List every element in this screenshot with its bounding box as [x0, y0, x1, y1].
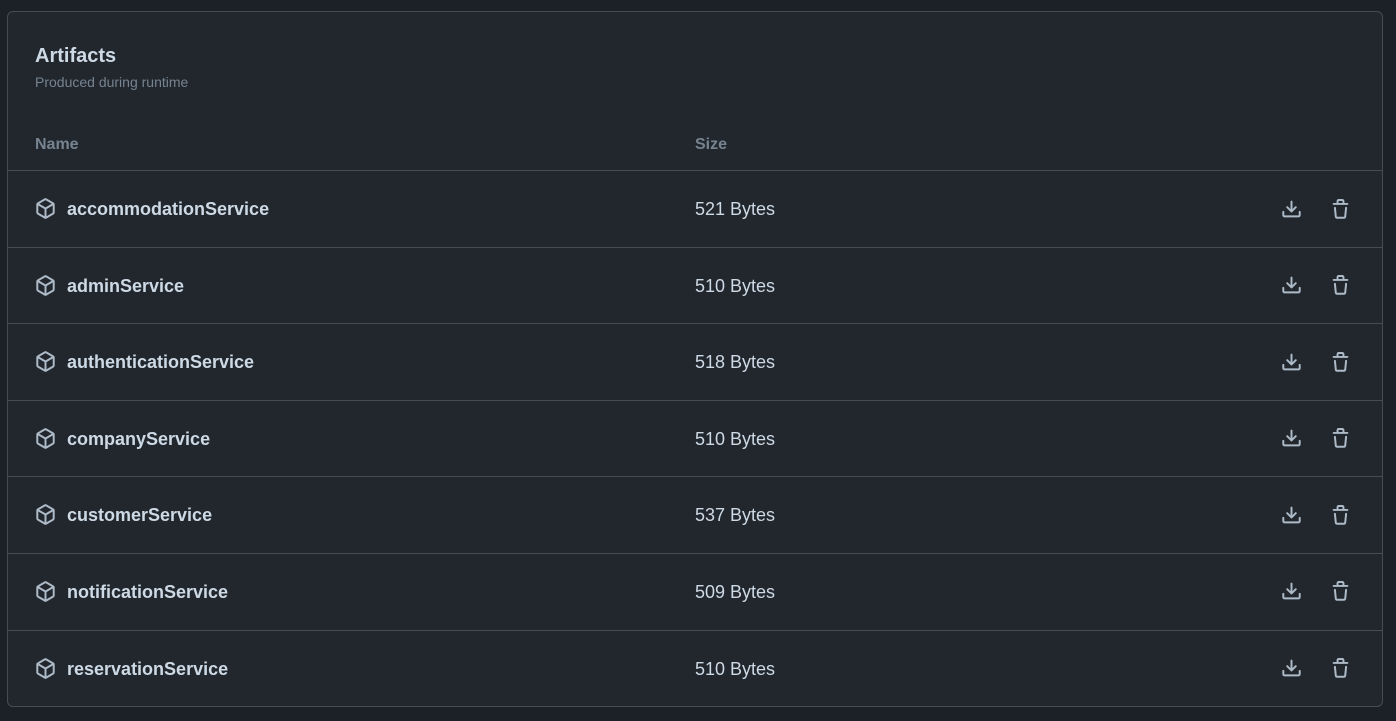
package-icon: [35, 581, 56, 602]
download-artifact-button[interactable]: [1277, 578, 1305, 606]
artifact-row: accommodationService 521 Bytes: [8, 171, 1382, 248]
package-icon: [35, 351, 56, 372]
delete-artifact-button[interactable]: [1326, 348, 1354, 376]
artifact-row: companyService 510 Bytes: [8, 401, 1382, 478]
trash-icon: [1332, 504, 1348, 525]
column-header-name: Name: [35, 136, 79, 153]
artifacts-panel: Artifacts Produced during runtime Name S…: [7, 11, 1383, 707]
delete-artifact-button[interactable]: [1326, 272, 1354, 300]
artifact-name-link[interactable]: accommodationService: [67, 199, 269, 219]
delete-artifact-button[interactable]: [1326, 195, 1354, 223]
download-artifact-button[interactable]: [1277, 425, 1305, 453]
package-icon: [35, 198, 56, 219]
download-icon: [1281, 200, 1301, 217]
artifact-size: 510 Bytes: [695, 658, 776, 679]
panel-subtitle: Produced during runtime: [35, 74, 189, 90]
trash-icon: [1332, 275, 1348, 295]
panel-title: Artifacts: [35, 45, 117, 67]
download-artifact-button[interactable]: [1277, 272, 1305, 300]
artifact-name-link[interactable]: adminService: [67, 276, 184, 296]
artifact-name-link[interactable]: authenticationService: [67, 352, 254, 372]
artifact-size: 521 Bytes: [695, 199, 776, 219]
delete-artifact-button[interactable]: [1326, 425, 1354, 453]
delete-artifact-button[interactable]: [1326, 578, 1354, 606]
download-icon: [1281, 506, 1301, 524]
download-artifact-button[interactable]: [1277, 501, 1305, 529]
panel-header: Artifacts Produced during runtime: [8, 12, 1382, 116]
artifact-size: 518 Bytes: [695, 352, 776, 373]
table-header-row: Name Size: [8, 116, 1382, 171]
artifact-row: authenticationService 518 Bytes: [8, 324, 1382, 401]
trash-icon: [1332, 658, 1348, 678]
trash-icon: [1332, 351, 1348, 372]
artifact-name-link[interactable]: companyService: [67, 429, 210, 449]
artifact-row: customerService 537 Bytes: [8, 477, 1382, 554]
download-icon: [1281, 429, 1301, 447]
delete-artifact-button[interactable]: [1326, 501, 1354, 529]
package-icon: [35, 427, 56, 449]
artifact-size: 510 Bytes: [695, 275, 776, 296]
artifact-size: 537 Bytes: [695, 505, 776, 526]
artifact-list: accommodationService 521 Bytes adminServ…: [8, 171, 1382, 706]
delete-artifact-button[interactable]: [1326, 655, 1354, 683]
artifact-size: 509 Bytes: [695, 581, 776, 602]
trash-icon: [1332, 198, 1348, 219]
download-artifact-button[interactable]: [1277, 655, 1305, 683]
download-icon: [1281, 353, 1301, 371]
trash-icon: [1332, 581, 1348, 602]
column-header-size: Size: [695, 136, 728, 153]
download-icon: [1281, 276, 1301, 294]
download-artifact-button[interactable]: [1277, 195, 1305, 223]
trash-icon: [1332, 428, 1348, 448]
artifact-name-link[interactable]: customerService: [67, 505, 212, 525]
package-icon: [35, 274, 56, 296]
download-artifact-button[interactable]: [1277, 348, 1305, 376]
artifact-name-link[interactable]: reservationService: [67, 659, 228, 679]
download-icon: [1281, 583, 1301, 600]
artifact-size: 510 Bytes: [695, 428, 776, 449]
package-icon: [35, 504, 56, 526]
artifact-row: adminService 510 Bytes: [8, 248, 1382, 325]
artifact-row: notificationService 509 Bytes: [8, 554, 1382, 631]
download-icon: [1281, 659, 1301, 677]
package-icon: [35, 657, 56, 679]
artifact-row: reservationService 510 Bytes: [8, 631, 1382, 706]
artifact-name-link[interactable]: notificationService: [67, 582, 228, 602]
